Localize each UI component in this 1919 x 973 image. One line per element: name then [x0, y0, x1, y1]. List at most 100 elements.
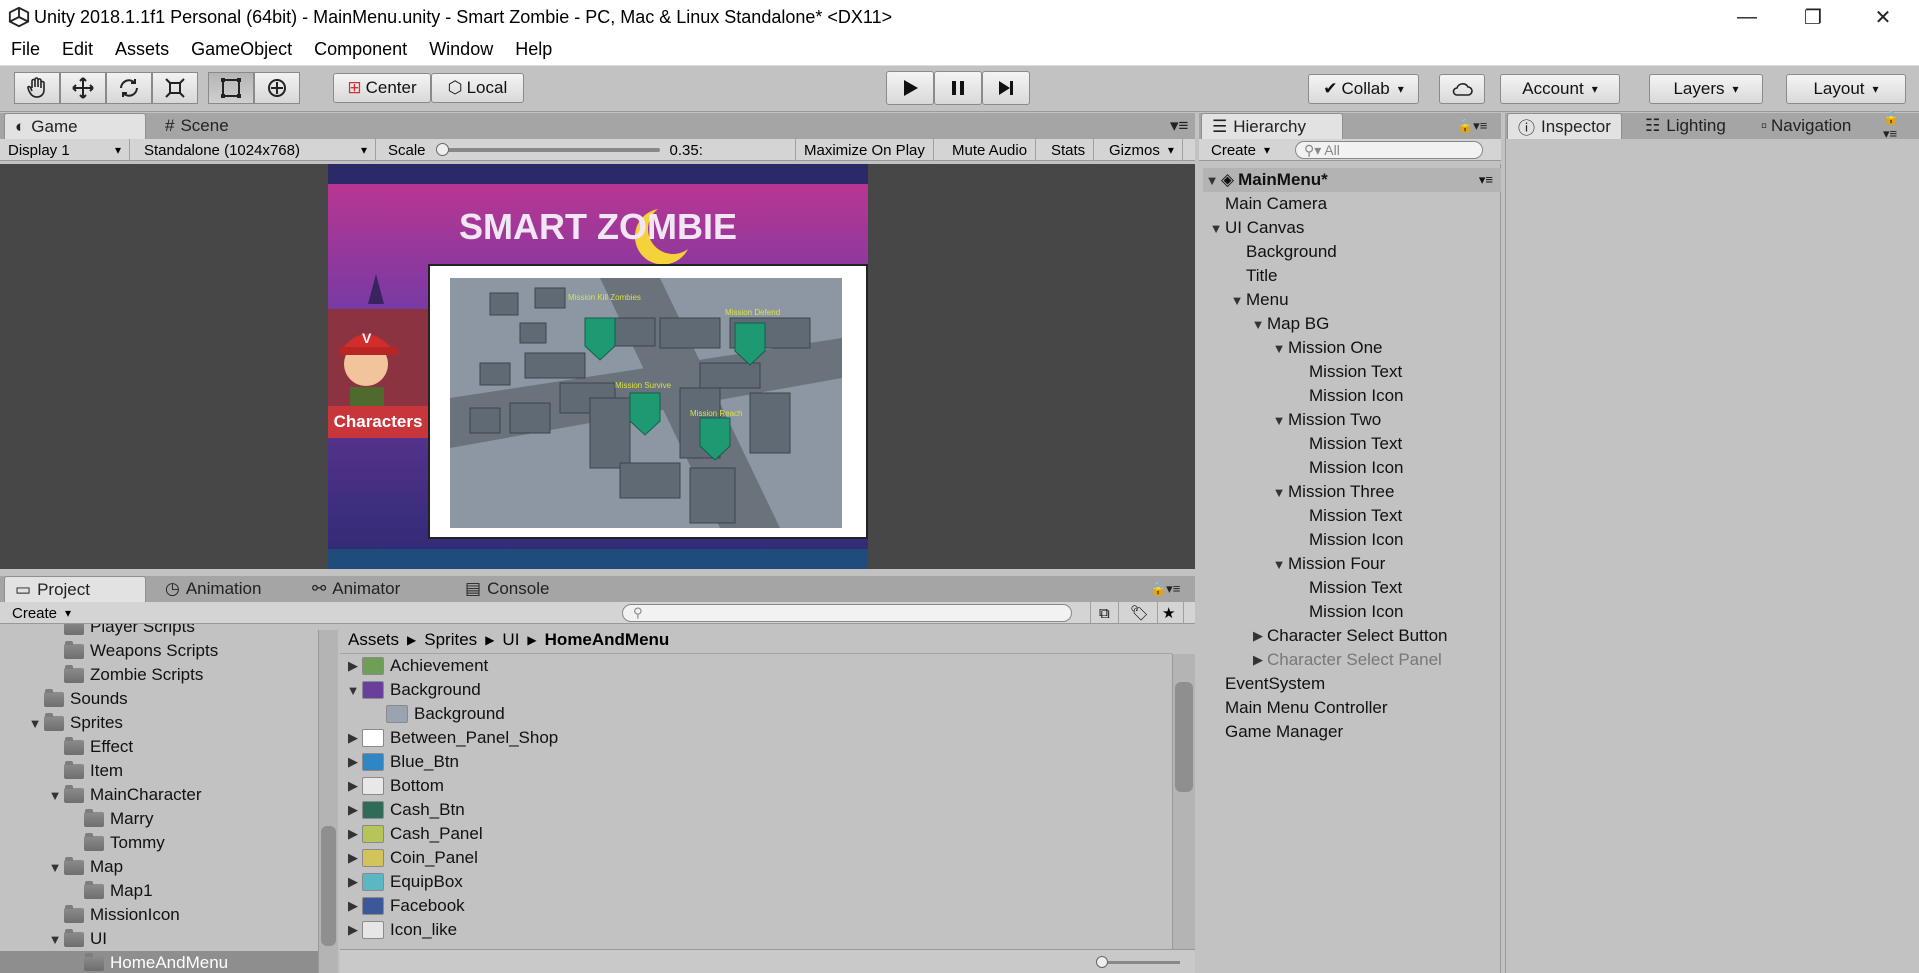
tab-console[interactable]: ▤ Console — [455, 576, 559, 602]
tab-project[interactable]: ▭ Project — [4, 576, 146, 602]
asset-item[interactable]: ▶ Achievement — [340, 654, 1172, 678]
minimize-button[interactable]: — — [1712, 0, 1782, 34]
breadcrumb-homeandmenu[interactable]: HomeAndMenu — [545, 630, 670, 650]
breadcrumb-ui[interactable]: UI — [502, 630, 519, 650]
folder-item[interactable]: ▼ Map — [0, 855, 318, 879]
characters-button[interactable]: Characters — [328, 406, 428, 438]
folder-item[interactable]: Item — [0, 759, 318, 783]
filter-by-type-icon[interactable]: ⧉ — [1090, 602, 1119, 624]
hierarchy-create-dropdown[interactable]: Create — [1203, 139, 1278, 161]
maximize-button[interactable]: ❐ — [1778, 0, 1848, 34]
scale-slider-handle[interactable] — [435, 143, 449, 156]
asset-item[interactable]: ▶ Coin_Panel — [340, 846, 1172, 870]
stats-toggle[interactable]: Stats — [1043, 139, 1095, 161]
close-button[interactable]: ✕ — [1848, 0, 1918, 34]
expand-arrow-icon[interactable]: ▶ — [344, 802, 362, 818]
asset-list-scrollbar[interactable] — [1172, 654, 1195, 949]
folder-item[interactable]: ▼ MainCharacter — [0, 783, 318, 807]
scene-menu-icon[interactable]: ▾≡ — [1479, 172, 1493, 188]
project-lock-icon[interactable]: 🔒▾≡ — [1140, 576, 1190, 602]
folder-item[interactable]: MissionIcon — [0, 903, 318, 927]
hierarchy-item[interactable]: Mission Text — [1203, 576, 1501, 600]
hierarchy-item[interactable]: ▶ Character Select Panel — [1203, 648, 1501, 672]
menu-window[interactable]: Window — [418, 39, 504, 60]
hierarchy-item[interactable]: ▼ Mission One — [1203, 336, 1501, 360]
folder-item[interactable]: ▼ UI — [0, 927, 318, 951]
tab-animator[interactable]: ⚯ Animator — [302, 576, 410, 602]
expand-arrow-icon[interactable]: ▶ — [344, 898, 362, 914]
space-local-button[interactable]: ⬡ Local — [431, 73, 524, 103]
expand-arrow-icon[interactable]: ▼ — [1228, 293, 1246, 308]
folder-item[interactable]: Weapons Scripts — [0, 639, 318, 663]
mute-audio-toggle[interactable]: Mute Audio — [944, 139, 1037, 161]
rect-tool-button[interactable] — [208, 72, 254, 104]
scale-slider[interactable] — [435, 143, 660, 156]
folder-item[interactable]: HomeAndMenu — [0, 951, 318, 973]
folder-tree-scrollbar[interactable] — [318, 630, 338, 973]
hierarchy-item[interactable]: Title — [1203, 264, 1501, 288]
collab-dropdown[interactable]: ✔ Collab — [1308, 74, 1419, 104]
asset-item[interactable]: ▼ Background — [340, 678, 1172, 702]
folder-item[interactable]: Tommy — [0, 831, 318, 855]
asset-item[interactable]: ▶ Bottom — [340, 774, 1172, 798]
expand-arrow-icon[interactable]: ▶ — [1249, 628, 1267, 644]
hierarchy-item[interactable]: Mission Icon — [1203, 528, 1501, 552]
icon-size-slider[interactable] — [1096, 956, 1180, 968]
expand-arrow-icon[interactable]: ▼ — [1249, 317, 1267, 332]
favorites-star-icon[interactable]: ★ — [1154, 602, 1185, 624]
hierarchy-item[interactable]: ▼ Mission Four — [1203, 552, 1501, 576]
asset-item[interactable]: ▶ Between_Panel_Shop — [340, 726, 1172, 750]
expand-arrow-icon[interactable]: ▼ — [1270, 413, 1288, 428]
tab-animation[interactable]: ◷ Animation — [155, 576, 271, 602]
hierarchy-item[interactable]: Mission Text — [1203, 360, 1501, 384]
hierarchy-item[interactable]: ▼ Map BG — [1203, 312, 1501, 336]
expand-arrow-icon[interactable]: ▶ — [344, 922, 362, 938]
pivot-center-button[interactable]: ⊞ Center — [333, 73, 431, 103]
filter-by-label-icon[interactable]: 🏷 — [1122, 602, 1159, 624]
folder-item[interactable]: ▼ Sprites — [0, 711, 318, 735]
tab-inspector[interactable]: ⓘ Inspector — [1507, 113, 1622, 139]
hierarchy-item[interactable]: EventSystem — [1203, 672, 1501, 696]
menu-file[interactable]: File — [0, 39, 51, 60]
step-button[interactable] — [982, 71, 1030, 105]
hierarchy-item[interactable]: ▼ Mission Three — [1203, 480, 1501, 504]
hierarchy-item[interactable]: ▼ Mission Two — [1203, 408, 1501, 432]
expand-arrow-icon[interactable]: ▶ — [344, 874, 362, 890]
panel-menu-icon[interactable]: ▾≡ — [1160, 113, 1198, 139]
folder-item[interactable]: Map1 — [0, 879, 318, 903]
hand-tool-button[interactable] — [14, 72, 60, 104]
expand-arrow-icon[interactable]: ▼ — [1270, 557, 1288, 572]
asset-list-scroll-thumb[interactable] — [1175, 682, 1193, 792]
layout-dropdown[interactable]: Layout — [1786, 74, 1906, 104]
expand-arrow-icon[interactable]: ▶ — [344, 826, 362, 842]
layers-dropdown[interactable]: Layers — [1649, 74, 1763, 104]
folder-tree-scroll-thumb[interactable] — [321, 826, 336, 946]
display-dropdown[interactable]: Display 1 — [0, 139, 130, 161]
hierarchy-item[interactable]: Mission Icon — [1203, 384, 1501, 408]
folder-item[interactable]: Zombie Scripts — [0, 663, 318, 687]
resolution-dropdown[interactable]: Standalone (1024x768) — [136, 139, 376, 161]
expand-arrow-icon[interactable]: ▶ — [1249, 652, 1267, 668]
expand-arrow-icon[interactable]: ▶ — [344, 730, 362, 746]
hierarchy-item[interactable]: Mission Text — [1203, 504, 1501, 528]
asset-item[interactable]: ▶ Facebook — [340, 894, 1172, 918]
expand-arrow-icon[interactable]: ▼ — [46, 788, 64, 803]
hierarchy-item[interactable]: Mission Text — [1203, 432, 1501, 456]
play-button[interactable] — [886, 71, 934, 105]
asset-item[interactable]: ▶ Cash_Panel — [340, 822, 1172, 846]
hierarchy-item[interactable]: ▼ Menu — [1203, 288, 1501, 312]
expand-arrow-icon[interactable]: ▶ — [344, 778, 362, 794]
tab-scene[interactable]: # Scene — [155, 113, 239, 139]
hierarchy-item[interactable]: Background — [1203, 240, 1501, 264]
menu-help[interactable]: Help — [504, 39, 563, 60]
asset-item[interactable]: ▶ Cash_Btn — [340, 798, 1172, 822]
project-search-input[interactable]: ⚲ — [622, 604, 1072, 622]
expand-arrow-icon[interactable]: ▼ — [26, 716, 44, 731]
expand-arrow-icon[interactable]: ▼ — [344, 683, 362, 698]
expand-arrow-icon[interactable]: ▶ — [344, 850, 362, 866]
tab-game[interactable]: ◐ Game — [4, 113, 146, 139]
gizmos-dropdown[interactable]: Gizmos — [1101, 139, 1183, 161]
cloud-button[interactable] — [1439, 74, 1485, 104]
folder-item[interactable]: Player Scripts — [0, 624, 318, 639]
move-tool-button[interactable] — [60, 72, 106, 104]
